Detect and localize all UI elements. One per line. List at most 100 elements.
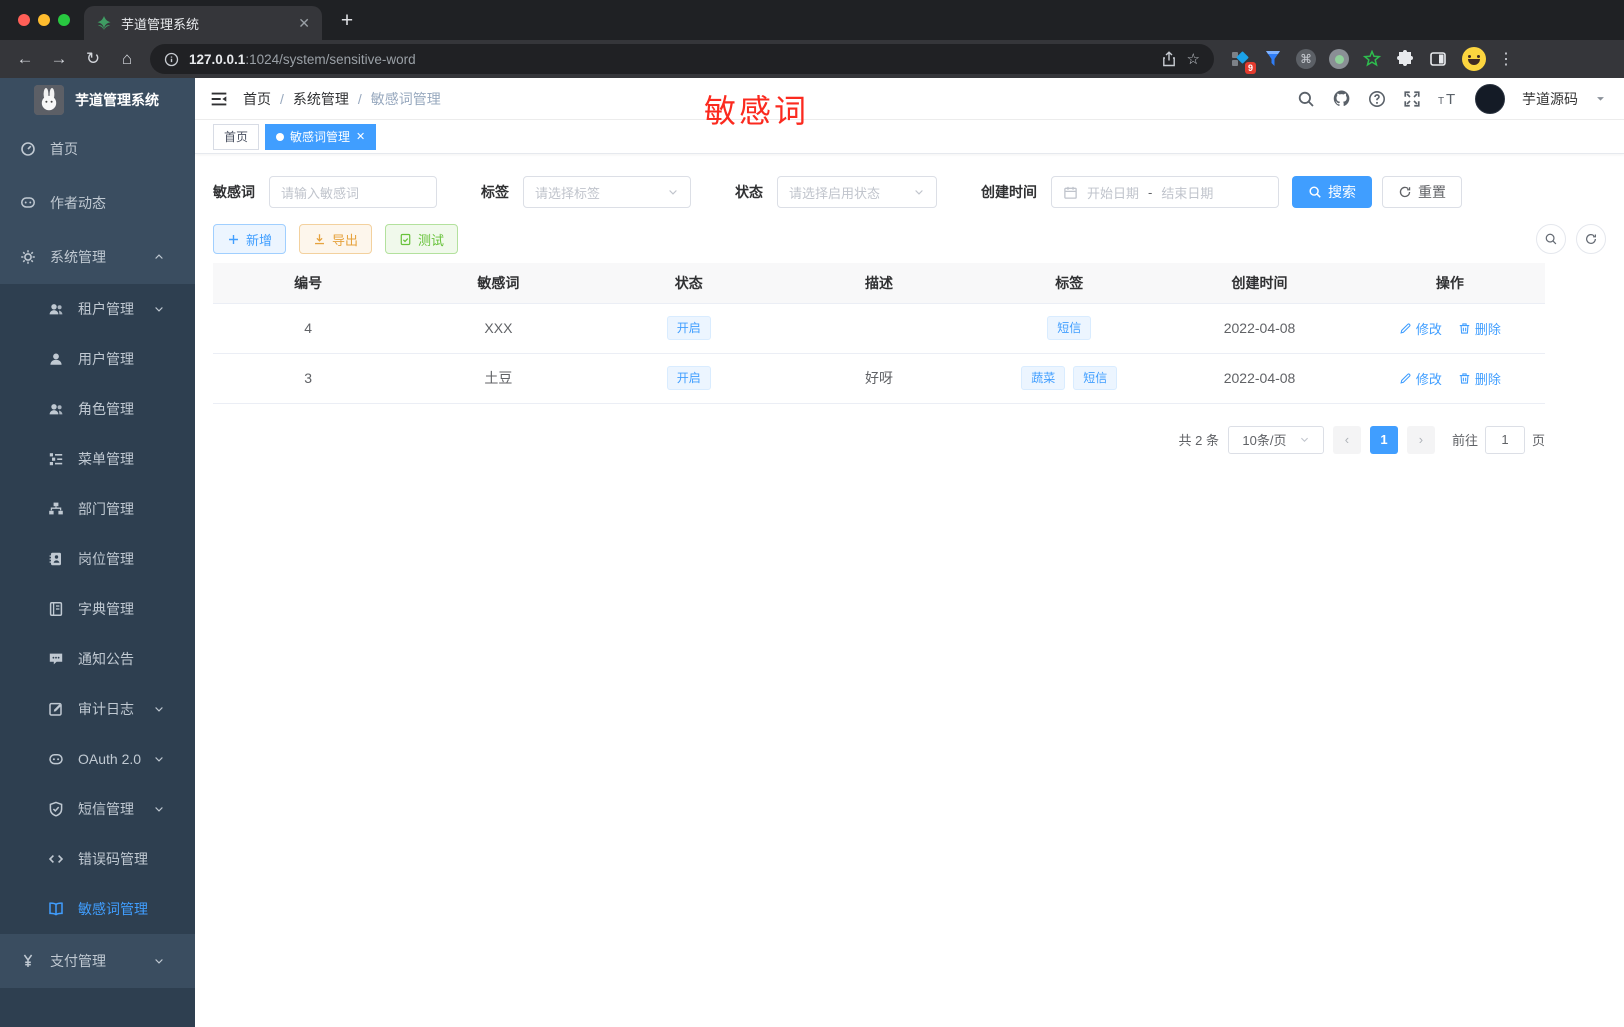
help-icon[interactable]	[1368, 90, 1386, 108]
sidebar-item-12[interactable]: OAuth 2.0	[0, 734, 195, 784]
app-title: 芋道管理系统	[75, 92, 159, 108]
yen-icon	[20, 953, 36, 969]
browser-tabstrip: 芋道管理系统 ✕ +	[0, 0, 1624, 40]
delete-link[interactable]: 删除	[1458, 319, 1501, 338]
goto-label: 前往	[1451, 433, 1478, 448]
back-button[interactable]: ←	[10, 44, 40, 74]
sidebar-item-2[interactable]: 系统管理	[0, 230, 195, 284]
search-icon[interactable]	[1297, 90, 1315, 108]
sidebar-item-4[interactable]: 用户管理	[0, 334, 195, 384]
sidebar-item-11[interactable]: 审计日志	[0, 684, 195, 734]
search-icon	[1308, 185, 1322, 199]
status-select[interactable]: 请选择启用状态	[777, 176, 937, 208]
delete-link[interactable]: 删除	[1458, 369, 1501, 388]
zoom-window-button[interactable]	[58, 14, 70, 26]
username[interactable]: 芋道源码	[1522, 89, 1578, 109]
sidebar-item-8[interactable]: 岗位管理	[0, 534, 195, 584]
fullscreen-icon[interactable]	[1403, 90, 1421, 108]
sidebar-item-13[interactable]: 短信管理	[0, 784, 195, 834]
command-extension-icon[interactable]: ⌘	[1296, 49, 1316, 69]
sidebar-item-14[interactable]: 错误码管理	[0, 834, 195, 884]
next-page-button[interactable]: ›	[1406, 425, 1435, 454]
sidebar-item-9[interactable]: 字典管理	[0, 584, 195, 634]
breadcrumb-item-home[interactable]: 首页	[243, 89, 271, 109]
book-open-icon	[48, 901, 64, 917]
breadcrumb-item-current: 敏感词管理	[370, 90, 441, 107]
grid-diamond-extension-icon[interactable]: 9	[1230, 49, 1256, 74]
edit-icon	[1399, 322, 1412, 335]
close-icon[interactable]: ✕	[356, 130, 365, 143]
home-button[interactable]: ⌂	[112, 44, 142, 74]
chevron-down-icon	[153, 753, 165, 765]
test-button[interactable]: 测试	[385, 224, 459, 254]
created-label: 创建时间	[981, 184, 1037, 200]
reload-button[interactable]: ↻	[78, 44, 108, 74]
current-page-button[interactable]: 1	[1369, 425, 1398, 454]
search-button[interactable]: 搜索	[1292, 176, 1372, 208]
user-icon	[48, 351, 64, 367]
sidebar-item-5[interactable]: 角色管理	[0, 384, 195, 434]
sidebar-item-0[interactable]: 首页	[0, 122, 195, 176]
date-range-picker[interactable]: 开始日期 - 结束日期	[1051, 176, 1279, 208]
user-avatar[interactable]	[1475, 83, 1505, 114]
bookmark-star-icon[interactable]: ☆	[1187, 50, 1200, 68]
sensitive-words-table: 编号 敏感词 状态 描述 标签 创建时间 操作 4 XXX 开启 短信 2022-04-08 修改 删除…	[213, 263, 1545, 404]
minimize-window-button[interactable]	[38, 14, 50, 26]
sidebar-item-10[interactable]: 通知公告	[0, 634, 195, 684]
github-icon[interactable]	[1332, 89, 1351, 108]
caret-down-icon[interactable]	[1595, 93, 1606, 104]
breadcrumb-item-system[interactable]: 系统管理	[293, 89, 349, 109]
reset-button[interactable]: 重置	[1382, 176, 1462, 208]
cell-actions: 修改 删除	[1354, 353, 1545, 404]
sidebar-item-3[interactable]: 租户管理	[0, 284, 195, 334]
sidebar-menu: 首页 作者动态系统管理租户管理 用户管理 角色管理 菜单管理 部门管理 岗位管理字典管理通知…	[0, 122, 195, 1027]
goto-page-input[interactable]: 1	[1484, 425, 1525, 454]
address-bar[interactable]: 127.0.0.1:1024/system/sensitive-word ☆	[150, 44, 1214, 74]
forward-button[interactable]: →	[44, 44, 74, 74]
add-button[interactable]: 新增	[213, 224, 287, 254]
puzzle-extensions-icon[interactable]	[1395, 49, 1415, 69]
close-window-button[interactable]	[18, 14, 30, 26]
record-extension-icon[interactable]	[1329, 49, 1349, 69]
sidebar-item-15[interactable]: 敏感词管理	[0, 884, 195, 934]
sidebar-item-7[interactable]: 部门管理	[0, 484, 195, 534]
tag-select[interactable]: 请选择标签	[523, 176, 691, 208]
edit-link[interactable]: 修改	[1399, 319, 1442, 338]
collapse-sidebar-icon[interactable]	[195, 78, 243, 120]
prev-page-button[interactable]: ‹	[1332, 425, 1361, 454]
browser-menu-icon[interactable]: ⋮	[1498, 49, 1514, 69]
cell-id: 3	[213, 353, 404, 404]
sidebar: 芋道管理系统 首页 作者动态系统管理租户管理 用户管理 角色管理 菜单管理 部门管理 岗位管…	[0, 78, 195, 1027]
column-header: 描述	[783, 263, 975, 304]
sidebar-item-16[interactable]: 支付管理	[0, 934, 195, 988]
site-info-icon[interactable]	[164, 52, 179, 67]
sidebar-item-label: 字典管理	[78, 601, 134, 617]
export-button[interactable]: 导出	[299, 224, 373, 254]
share-icon[interactable]	[1161, 51, 1177, 67]
tags-view-tab-1[interactable]: 敏感词管理 ✕	[265, 123, 377, 150]
tags-view-tab-0[interactable]: 首页	[213, 123, 260, 150]
extensions-row: 9 ⌘	[1230, 49, 1448, 74]
post-icon	[48, 551, 64, 567]
sidebar-item-label: 系统管理	[50, 249, 106, 265]
star-extension-icon[interactable]	[1362, 49, 1382, 69]
edit-link[interactable]: 修改	[1399, 369, 1442, 388]
browser-tab[interactable]: 芋道管理系统 ✕	[84, 6, 322, 40]
show-search-icon-button[interactable]	[1536, 224, 1566, 254]
refresh-table-button[interactable]	[1576, 224, 1606, 254]
funnel-extension-icon[interactable]	[1263, 49, 1283, 69]
sidebar-logo-row[interactable]: 芋道管理系统	[0, 78, 195, 122]
new-tab-button[interactable]: +	[332, 6, 362, 36]
sidebar-item-6[interactable]: 菜单管理	[0, 434, 195, 484]
browser-profile-avatar[interactable]	[1462, 47, 1486, 71]
keyword-label: 敏感词	[213, 184, 255, 200]
page-size-select[interactable]: 10条/页	[1227, 425, 1324, 454]
chat-icon	[20, 195, 36, 211]
keyword-input[interactable]: 请输入敏感词	[269, 176, 437, 208]
chevron-down-icon	[913, 186, 925, 198]
side-panel-icon[interactable]	[1428, 49, 1448, 69]
sidebar-item-1[interactable]: 作者动态	[0, 176, 195, 230]
font-size-icon[interactable]: TT	[1438, 90, 1458, 108]
shield-icon	[48, 801, 64, 817]
tab-close-icon[interactable]: ✕	[298, 15, 310, 32]
